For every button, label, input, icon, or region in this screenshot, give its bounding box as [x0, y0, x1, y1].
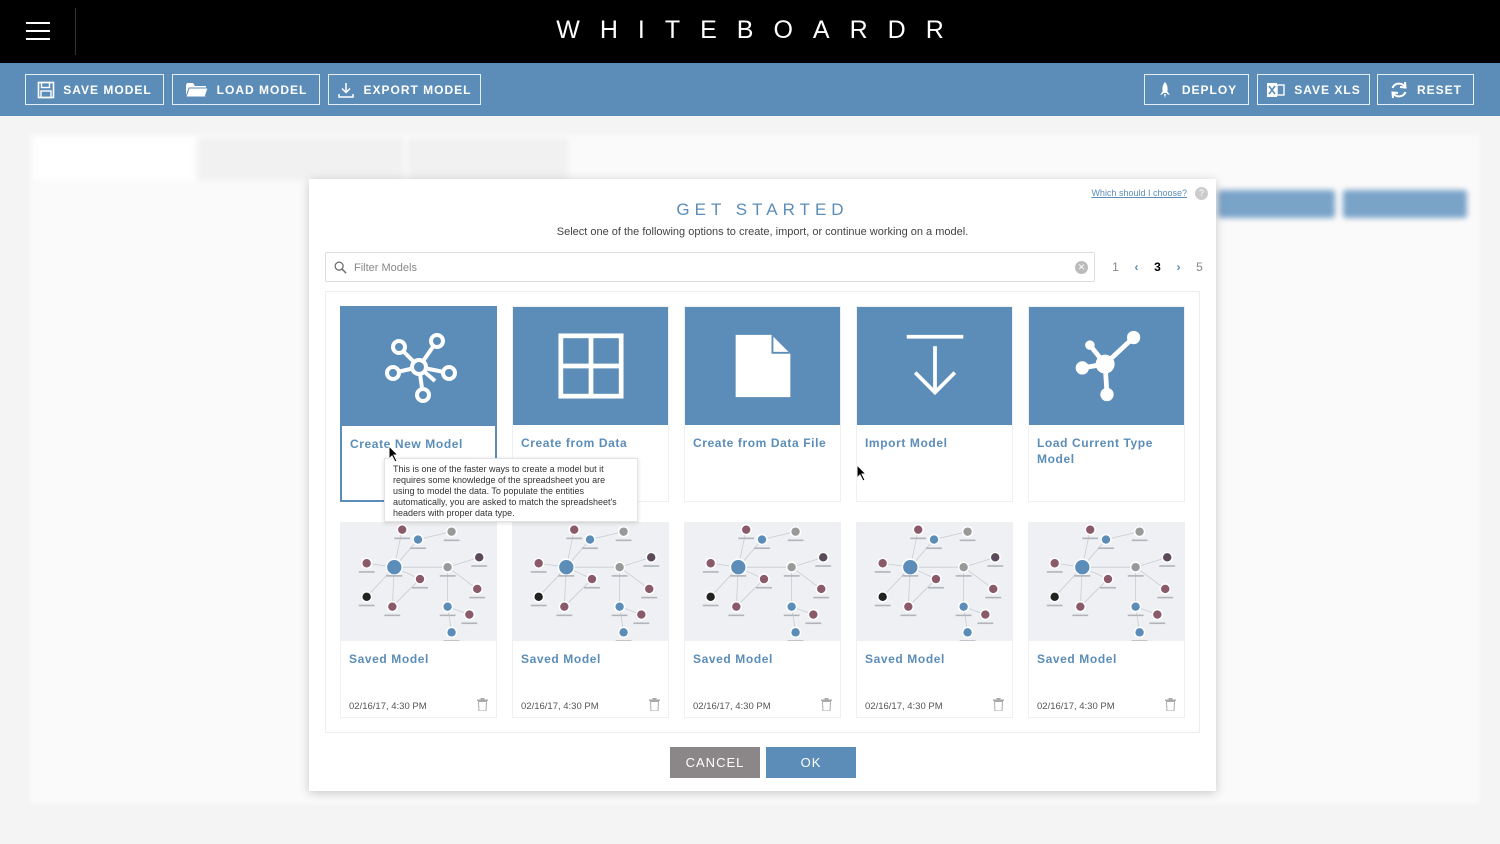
bg-tab	[198, 138, 404, 180]
trash-icon[interactable]	[649, 698, 660, 711]
option-label: Load Current Type Model	[1037, 436, 1153, 466]
deploy-button[interactable]: DEPLOY	[1144, 74, 1249, 105]
create-from-data-file-card[interactable]: Create from Data File	[684, 306, 841, 502]
load-model-label: LOAD MODEL	[216, 82, 308, 97]
saved-model-label: Saved Model	[349, 652, 429, 666]
dialog-subtitle: Select one of the following options to c…	[556, 226, 969, 238]
saved-model-card[interactable]: Saved Model 02/16/17, 4:30 PM	[856, 522, 1013, 718]
model-graph-preview	[702, 523, 832, 641]
ok-button[interactable]: OK	[766, 747, 856, 778]
saved-model-thumbnail	[685, 523, 840, 641]
load-current-type-model-card[interactable]: Load Current Type Model	[1028, 306, 1185, 502]
saved-model-card[interactable]: Saved Model 02/16/17, 4:30 PM	[340, 522, 497, 718]
search-icon	[334, 261, 347, 274]
trash-icon[interactable]	[477, 698, 488, 711]
clear-filter-icon[interactable]: ✕	[1075, 261, 1088, 274]
bg-button	[1218, 190, 1335, 218]
next-page-icon[interactable]: ›	[1168, 260, 1189, 274]
save-model-button[interactable]: SAVE MODEL	[25, 74, 164, 105]
bg-tab	[408, 138, 568, 180]
saved-model-label: Saved Model	[521, 652, 601, 666]
download-icon	[338, 82, 355, 98]
saved-model-date: 02/16/17, 4:30 PM	[349, 701, 427, 712]
trash-icon[interactable]	[821, 698, 832, 711]
saved-model-thumbnail	[341, 523, 496, 641]
import-icon	[906, 334, 963, 396]
saved-model-thumbnail	[1029, 523, 1184, 641]
bg-button	[1343, 190, 1467, 218]
dialog-title: GET STARTED	[676, 200, 849, 219]
saved-model-card[interactable]: Saved Model 02/16/17, 4:30 PM	[512, 522, 669, 718]
reset-label: RESET	[1416, 82, 1462, 97]
cancel-button[interactable]: CANCEL	[670, 747, 760, 778]
bg-tab	[34, 138, 194, 180]
floppy-icon	[37, 81, 55, 98]
saved-model-card[interactable]: Saved Model 02/16/17, 4:30 PM	[1028, 522, 1185, 718]
reset-button[interactable]: RESET	[1377, 74, 1474, 105]
export-model-button[interactable]: EXPORT MODEL	[328, 74, 481, 105]
import-model-card[interactable]: Import Model	[856, 306, 1013, 502]
prev-page-icon[interactable]: ‹	[1126, 260, 1147, 274]
saved-model-date: 02/16/17, 4:30 PM	[1037, 701, 1115, 712]
mouse-cursor-icon	[388, 445, 400, 463]
save-xls-label: SAVE XLS	[1294, 82, 1361, 97]
saved-model-label: Saved Model	[865, 652, 945, 666]
top-bar: WHITEBOARDR	[0, 0, 1500, 63]
page-1[interactable]: 1	[1105, 260, 1126, 274]
saved-model-date: 02/16/17, 4:30 PM	[865, 701, 943, 712]
model-graph-preview	[1046, 523, 1176, 641]
help-icon[interactable]: ?	[1195, 187, 1208, 200]
option-label: Create from Data File	[693, 436, 827, 450]
saved-model-thumbnail	[513, 523, 668, 641]
save-xls-button[interactable]: SAVE XLS	[1257, 74, 1370, 105]
option-label: Import Model	[865, 436, 948, 450]
hub-icon	[1075, 330, 1140, 402]
load-model-button[interactable]: LOAD MODEL	[172, 74, 320, 105]
app-brand: WHITEBOARDR	[556, 16, 964, 44]
saved-model-card[interactable]: Saved Model 02/16/17, 4:30 PM	[684, 522, 841, 718]
page-5[interactable]: 5	[1189, 260, 1210, 274]
trash-icon[interactable]	[993, 698, 1004, 711]
folder-icon	[184, 82, 209, 97]
export-model-label: EXPORT MODEL	[363, 82, 472, 97]
refresh-icon	[1391, 81, 1407, 98]
filter-models-box: ✕	[325, 252, 1095, 282]
saved-model-date: 02/16/17, 4:30 PM	[693, 701, 771, 712]
option-label: Create from Data Dictionary	[521, 436, 628, 450]
toolbar: SAVE MODEL LOAD MODEL EXPORT MODEL DEPLO…	[0, 63, 1500, 116]
pagination: 1 ‹ 3 › 5	[1105, 259, 1210, 275]
saved-model-date: 02/16/17, 4:30 PM	[521, 701, 599, 712]
file-icon	[735, 334, 790, 398]
grid-icon	[557, 333, 624, 399]
excel-icon	[1267, 82, 1285, 97]
trash-icon[interactable]	[1165, 698, 1176, 711]
rocket-icon	[1159, 81, 1170, 98]
option-label: Create New Model	[350, 437, 463, 451]
mouse-cursor-icon	[856, 464, 868, 482]
create-new-model-tooltip: This is one of the faster ways to create…	[384, 458, 638, 522]
saved-model-thumbnail	[857, 523, 1012, 641]
page-current[interactable]: 3	[1147, 260, 1168, 274]
which-should-i-choose-link[interactable]: Which should I choose?	[1091, 188, 1187, 198]
filter-models-input[interactable]	[354, 258, 1054, 278]
model-graph-preview	[874, 523, 1004, 641]
save-model-label: SAVE MODEL	[63, 82, 152, 97]
network-icon	[384, 333, 457, 403]
saved-model-label: Saved Model	[693, 652, 773, 666]
saved-model-label: Saved Model	[1037, 652, 1117, 666]
model-graph-preview	[358, 523, 488, 641]
deploy-label: DEPLOY	[1181, 82, 1238, 97]
model-graph-preview	[530, 523, 660, 641]
